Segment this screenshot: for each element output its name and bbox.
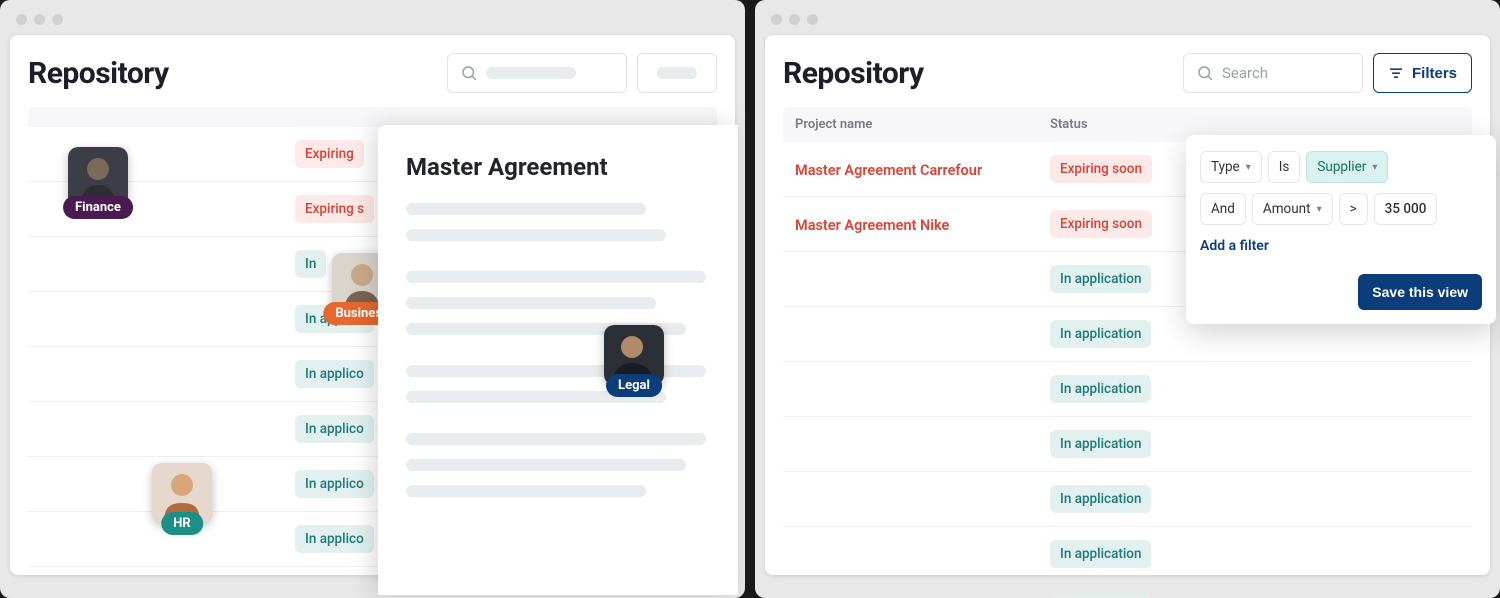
table-row[interactable]: In application [783, 362, 1472, 417]
avatar: Legal [604, 325, 664, 385]
filter-conj[interactable]: And [1200, 193, 1246, 225]
status-badge: In application [1050, 265, 1151, 293]
dot-icon [34, 14, 45, 25]
dot-icon [16, 14, 27, 25]
filter-field-select[interactable]: Amount [1252, 193, 1333, 225]
search-placeholder: Search [1222, 64, 1268, 82]
avatar-label: Legal [606, 374, 662, 397]
pane-left: Repository Expiring [0, 0, 745, 598]
skeleton [406, 459, 686, 471]
status-badge: In applico [295, 470, 374, 498]
avatar: Finance [68, 147, 128, 207]
skeleton [406, 229, 666, 241]
page-title: Repository [783, 56, 924, 91]
status-badge: Expiring s [295, 195, 374, 223]
status-badge: In [295, 250, 326, 278]
detail-title: Master Agreement [406, 153, 710, 181]
status-badge: In application [1050, 430, 1151, 458]
filter-op[interactable]: > [1339, 193, 1368, 225]
skeleton [406, 433, 706, 445]
skeleton [406, 485, 646, 497]
status-badge: In application [1050, 485, 1151, 513]
app-window-right: Repository Search Filters Project name S… [765, 35, 1490, 575]
table-row[interactable]: In application [783, 472, 1472, 527]
column-status: Status [1050, 117, 1088, 132]
skeleton [406, 297, 656, 309]
save-view-button[interactable]: Save this view [1358, 274, 1482, 310]
status-badge: Expiring soon [1050, 155, 1152, 183]
search-icon [460, 64, 478, 82]
status-badge: Expiring [295, 140, 364, 168]
filter-panel: Type Is Supplier And Amount > 35 000 Add… [1186, 135, 1496, 324]
table-row[interactable]: In application [783, 527, 1472, 582]
filter-value-select[interactable]: Supplier [1306, 151, 1388, 183]
status-badge: In application [1050, 375, 1151, 403]
filter-field-select[interactable]: Type [1200, 151, 1262, 183]
status-badge: Expiring soon [1050, 210, 1152, 238]
table-row[interactable]: In application [783, 582, 1472, 598]
dot-icon [789, 14, 800, 25]
table-row[interactable]: In application [783, 417, 1472, 472]
search-input[interactable]: Search [1183, 53, 1363, 93]
add-filter-link[interactable]: Add a filter [1200, 238, 1269, 254]
filter-value-input[interactable]: 35 000 [1374, 193, 1438, 225]
window-dots [765, 10, 1490, 35]
page-title: Repository [28, 56, 169, 91]
dot-icon [771, 14, 782, 25]
filter-op[interactable]: Is [1268, 151, 1301, 183]
filters-button[interactable]: Filters [1373, 53, 1472, 93]
skeleton [406, 271, 706, 283]
status-badge: In applico [295, 360, 374, 388]
skeleton [486, 67, 576, 79]
filter-icon [1388, 65, 1404, 81]
dot-icon [52, 14, 63, 25]
dot-icon [807, 14, 818, 25]
avatar: HR [152, 463, 212, 523]
status-badge: In application [1050, 540, 1151, 568]
column-project: Project name [795, 117, 872, 132]
pane-right: Repository Search Filters Project name S… [755, 0, 1500, 598]
project-name: Master Agreement Carrefour [795, 162, 982, 179]
search-icon [1196, 64, 1214, 82]
filters-label: Filters [1412, 65, 1457, 82]
filters-button-skeleton[interactable] [637, 53, 717, 93]
avatar-label: HR [161, 512, 203, 535]
detail-panel: Master Agreement [378, 125, 738, 595]
project-name: Master Agreement Nike [795, 217, 949, 234]
search-input-skeleton[interactable] [447, 53, 627, 93]
status-badge: In application [1050, 320, 1151, 348]
skeleton [406, 203, 646, 215]
avatar-label: Finance [63, 196, 133, 219]
skeleton [657, 67, 697, 79]
window-dots [10, 10, 735, 35]
status-badge: In applico [295, 525, 374, 553]
status-badge: In applico [295, 415, 374, 443]
